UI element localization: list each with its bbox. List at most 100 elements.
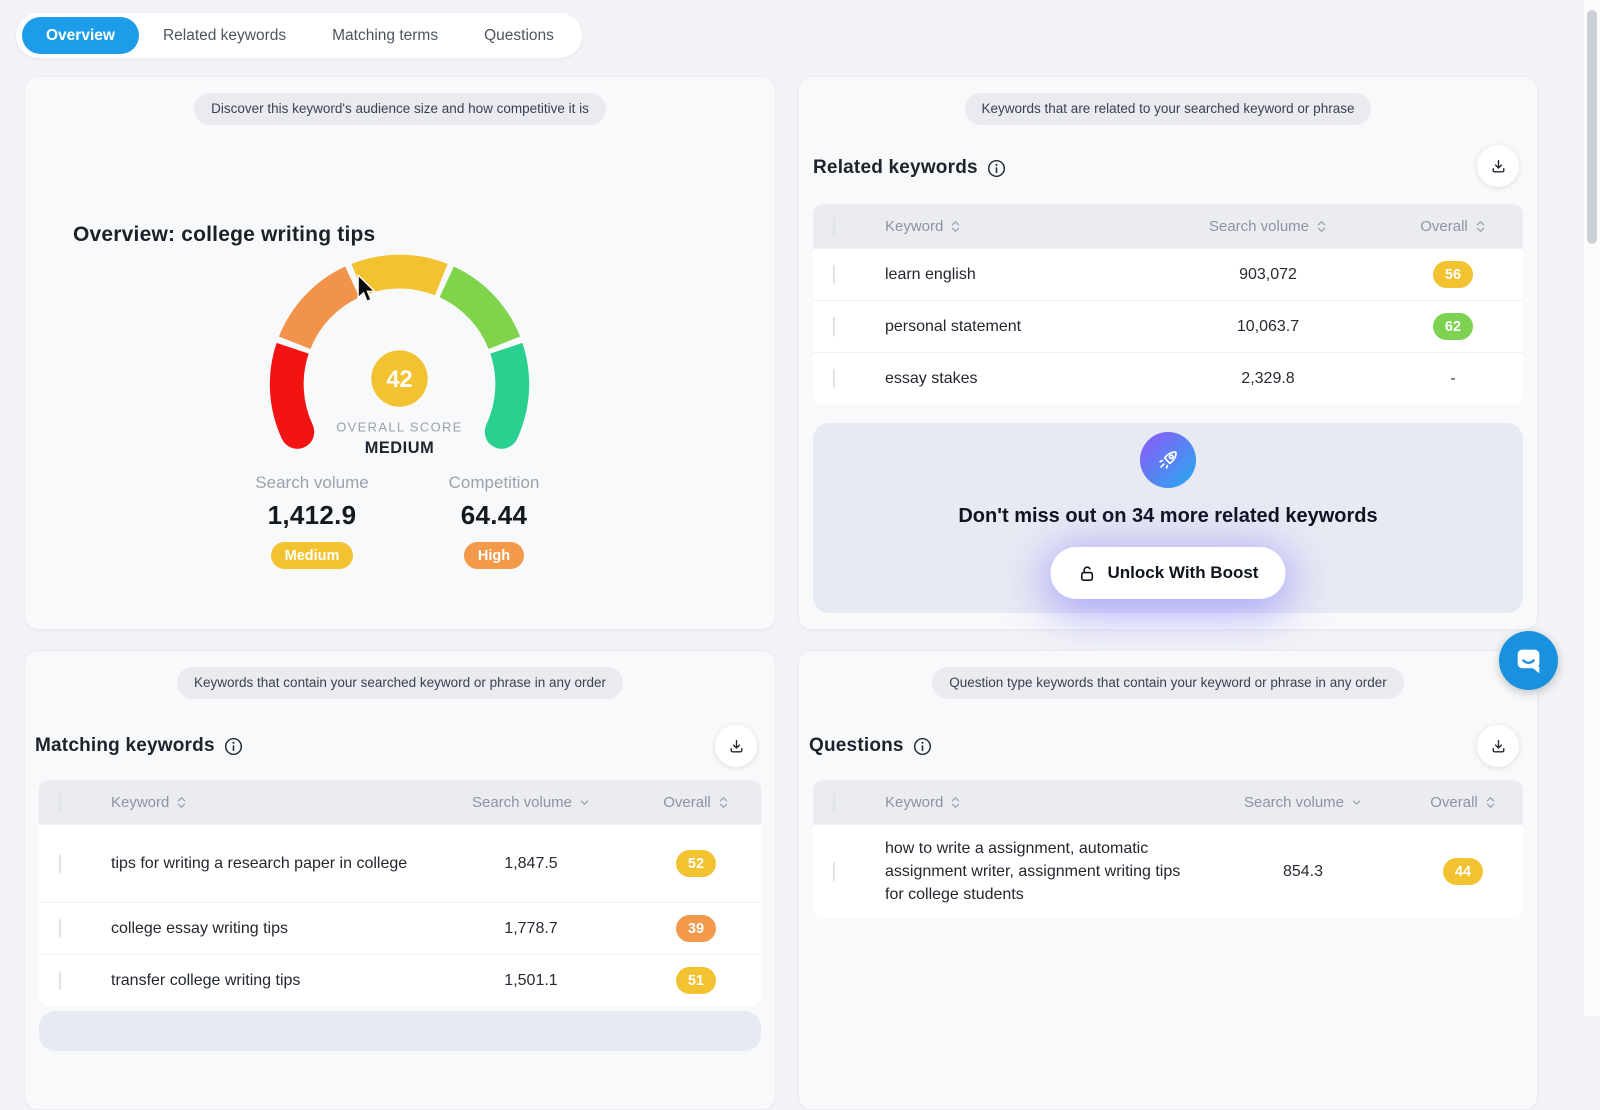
volume-cell: 854.3 xyxy=(1203,863,1403,881)
unlock-promo-panel-cutoff xyxy=(39,1011,761,1051)
matching-keywords-title: Matching keywords xyxy=(35,735,215,757)
keyword-cell: learn english xyxy=(875,263,1153,286)
info-icon[interactable] xyxy=(987,159,1006,178)
sort-icon xyxy=(1485,795,1496,810)
gauge-score: 42 xyxy=(386,367,412,393)
keyword-cell: essay stakes xyxy=(875,367,1153,390)
keyword-cell: how to write a assignment, automatic ass… xyxy=(875,837,1203,907)
select-all-checkbox[interactable] xyxy=(833,217,835,236)
table-row[interactable]: college essay writing tips 1,778.7 39 xyxy=(39,902,761,954)
sort-icon xyxy=(718,795,729,810)
overall-score-badge: 56 xyxy=(1433,261,1473,288)
info-icon[interactable] xyxy=(913,737,932,756)
gauge-segment-yellow xyxy=(358,272,442,280)
overview-description-badge: Discover this keyword's audience size an… xyxy=(194,93,606,125)
questions-table: Keyword Search volume Overall how to wri… xyxy=(813,780,1523,918)
overall-score-badge: 52 xyxy=(676,850,716,877)
export-button[interactable] xyxy=(1477,725,1519,767)
column-header-keyword[interactable]: Keyword xyxy=(101,794,431,811)
sort-desc-icon xyxy=(1351,797,1362,808)
related-keywords-table: Keyword Search volume Overall learn engl… xyxy=(813,204,1523,404)
keyword-cell: tips for writing a research paper in col… xyxy=(101,852,431,875)
overview-card: Discover this keyword's audience size an… xyxy=(24,76,776,630)
table-row[interactable]: personal statement 10,063.7 62 xyxy=(813,300,1523,352)
table-row[interactable]: essay stakes 2,329.8 - xyxy=(813,352,1523,404)
volume-cell: 10,063.7 xyxy=(1153,318,1383,336)
overall-score-badge: 62 xyxy=(1433,313,1473,340)
rocket-icon xyxy=(1140,432,1196,488)
column-header-keyword[interactable]: Keyword xyxy=(875,794,1203,811)
select-all-checkbox[interactable] xyxy=(59,793,61,812)
tab-questions[interactable]: Questions xyxy=(462,17,576,54)
status-badge: Medium xyxy=(271,542,354,569)
download-icon xyxy=(728,738,745,755)
sort-icon xyxy=(176,795,187,810)
row-checkbox[interactable] xyxy=(59,971,61,990)
row-checkbox[interactable] xyxy=(833,317,835,336)
column-header-overall[interactable]: Overall xyxy=(1403,794,1523,811)
column-header-overall[interactable]: Overall xyxy=(631,794,761,811)
column-header-overall[interactable]: Overall xyxy=(1383,218,1523,235)
volume-cell: 1,847.5 xyxy=(431,855,631,873)
matching-keywords-card: Keywords that contain your searched keyw… xyxy=(24,650,776,1110)
keyword-cell: transfer college writing tips xyxy=(101,969,431,992)
related-keywords-title: Related keywords xyxy=(813,157,978,179)
export-button[interactable] xyxy=(715,725,757,767)
overall-score-badge: 44 xyxy=(1443,858,1483,885)
tab-overview[interactable]: Overview xyxy=(22,17,139,54)
gauge-score-level: MEDIUM xyxy=(365,439,435,457)
table-row[interactable]: transfer college writing tips 1,501.1 51 xyxy=(39,954,761,1006)
unlock-promo-panel: Don't miss out on 34 more related keywor… xyxy=(813,423,1523,613)
download-icon xyxy=(1490,738,1507,755)
volume-cell: 1,778.7 xyxy=(431,920,631,938)
column-header-keyword[interactable]: Keyword xyxy=(875,218,1153,235)
table-row[interactable]: how to write a assignment, automatic ass… xyxy=(813,824,1523,918)
row-checkbox[interactable] xyxy=(59,854,61,873)
questions-title: Questions xyxy=(809,735,904,757)
column-header-search-volume[interactable]: Search volume xyxy=(431,794,631,811)
overall-score-gauge: 42 OVERALL SCORE MEDIUM xyxy=(174,198,625,469)
volume-cell: 903,072 xyxy=(1153,266,1383,284)
stat-competition: Competition 64.44 High xyxy=(384,473,604,569)
info-icon[interactable] xyxy=(224,737,243,756)
stat-value: 64.44 xyxy=(384,500,604,531)
overall-score-badge: 51 xyxy=(676,967,716,994)
matching-description-badge: Keywords that contain your searched keyw… xyxy=(177,667,623,699)
tab-bar: Overview Related keywords Matching terms… xyxy=(16,13,582,58)
gauge-segment-lightgreen xyxy=(447,282,505,343)
matching-keywords-table: Keyword Search volume Overall tips for w… xyxy=(39,780,761,1006)
sort-icon xyxy=(950,795,961,810)
chat-bubble-icon xyxy=(1513,645,1544,676)
tab-related-keywords[interactable]: Related keywords xyxy=(141,17,308,54)
keyword-cell: college essay writing tips xyxy=(101,917,431,940)
unlock-with-boost-button[interactable]: Unlock With Boost xyxy=(1051,547,1286,599)
row-checkbox[interactable] xyxy=(59,919,61,938)
export-button[interactable] xyxy=(1477,145,1519,187)
row-checkbox[interactable] xyxy=(833,862,835,881)
scrollbar-thumb[interactable] xyxy=(1587,10,1597,244)
row-checkbox[interactable] xyxy=(833,265,835,284)
tab-matching-terms[interactable]: Matching terms xyxy=(310,17,460,54)
gauge-score-label: OVERALL SCORE xyxy=(336,420,463,435)
unlock-icon xyxy=(1078,564,1097,583)
select-all-checkbox[interactable] xyxy=(833,793,835,812)
stat-label: Competition xyxy=(384,473,604,493)
column-header-search-volume[interactable]: Search volume xyxy=(1153,218,1383,235)
volume-cell: 2,329.8 xyxy=(1153,370,1383,388)
sort-icon xyxy=(950,219,961,234)
related-description-badge: Keywords that are related to your search… xyxy=(965,93,1372,125)
scrollbar-track xyxy=(1584,0,1600,1016)
row-checkbox[interactable] xyxy=(833,369,835,388)
questions-card: Question type keywords that contain your… xyxy=(798,650,1538,1110)
questions-description-badge: Question type keywords that contain your… xyxy=(932,667,1403,699)
status-badge: High xyxy=(464,542,524,569)
table-row[interactable]: learn english 903,072 56 xyxy=(813,248,1523,300)
chat-widget-button[interactable] xyxy=(1499,631,1558,690)
sort-icon xyxy=(1475,219,1486,234)
gauge-segment-orange xyxy=(295,282,353,343)
column-header-search-volume[interactable]: Search volume xyxy=(1203,794,1403,811)
overall-score-badge: 39 xyxy=(676,915,716,942)
table-row[interactable]: tips for writing a research paper in col… xyxy=(39,824,761,902)
keyword-cell: personal statement xyxy=(875,315,1153,338)
unlock-headline: Don't miss out on 34 more related keywor… xyxy=(813,505,1523,528)
